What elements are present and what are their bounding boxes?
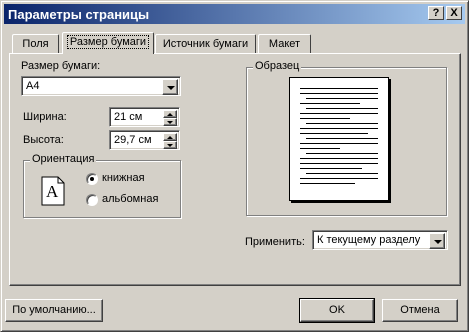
tab-layout[interactable]: Макет (258, 34, 311, 54)
preview-line (306, 123, 378, 124)
close-button[interactable]: X (446, 6, 462, 20)
orientation-label: Ориентация (30, 153, 97, 165)
preview-line (300, 178, 378, 179)
radio-dot (90, 177, 94, 181)
arrow-up-icon (167, 136, 173, 139)
preview-line (300, 183, 355, 184)
help-button[interactable]: ? (428, 6, 444, 20)
arrow-up-icon (167, 113, 173, 116)
portrait-page-icon: A (41, 176, 65, 206)
tab-label: Размер бумаги (66, 35, 150, 49)
dropdown-button[interactable] (429, 233, 445, 249)
preview-line (300, 93, 378, 94)
paper-size-select[interactable]: A4 (21, 76, 181, 96)
landscape-label[interactable]: альбомная (102, 193, 158, 205)
paper-size-value: A4 (26, 80, 40, 92)
orientation-group: Ориентация A книжная альбомная (23, 153, 181, 218)
page-icon-letter: A (46, 182, 59, 201)
page-setup-dialog: Параметры страницы ? X Поля Размер бумаг… (0, 0, 469, 332)
preview-line (300, 158, 378, 159)
spin-up-button[interactable] (163, 110, 177, 118)
height-label: Высота: (23, 134, 64, 146)
tab-margins[interactable]: Поля (12, 34, 59, 54)
preview-line (300, 118, 350, 119)
arrow-down-icon (167, 121, 173, 124)
apply-to-select[interactable]: К текущему разделу (312, 230, 448, 250)
tab-label: Поля (22, 38, 49, 50)
tab-paper-size[interactable]: Размер бумаги (62, 32, 154, 54)
preview-label: Образец (253, 60, 302, 72)
height-spinner[interactable]: 29,7 см (109, 130, 180, 150)
apply-label: Применить: (245, 236, 305, 248)
preview-line (306, 138, 378, 139)
apply-to-value: К текущему разделу (317, 234, 421, 246)
ok-button[interactable]: OK (299, 298, 375, 323)
window-title: Параметры страницы (8, 7, 150, 22)
preview-line (300, 88, 378, 89)
tab-label: Макет (268, 38, 301, 50)
preview-line (306, 108, 378, 109)
paper-size-label: Размер бумаги: (21, 60, 101, 72)
dropdown-button[interactable] (162, 79, 178, 95)
chevron-down-icon (434, 240, 442, 244)
spin-down-button[interactable] (163, 118, 177, 126)
width-spinner[interactable]: 21 см (109, 107, 180, 127)
spin-up-button[interactable] (163, 133, 177, 141)
preview-line (300, 168, 362, 169)
preview-line (300, 133, 368, 134)
default-button[interactable]: По умолчанию... (5, 299, 103, 322)
preview-line (300, 128, 378, 129)
width-value: 21 см (114, 111, 143, 123)
chevron-down-icon (167, 86, 175, 90)
cancel-button[interactable]: Отмена (382, 299, 458, 322)
preview-page (289, 77, 389, 201)
preview-line (300, 113, 378, 114)
title-bar[interactable]: Параметры страницы ? X (4, 4, 465, 24)
portrait-radio[interactable] (86, 173, 98, 185)
preview-line (306, 98, 378, 99)
width-label: Ширина: (23, 111, 67, 123)
preview-line (300, 163, 378, 164)
preview-line (300, 148, 340, 149)
tab-paper-source[interactable]: Источник бумаги (155, 34, 256, 54)
preview-line (306, 173, 378, 174)
preview-line (300, 103, 360, 104)
arrow-down-icon (167, 144, 173, 147)
spin-down-button[interactable] (163, 141, 177, 149)
portrait-label[interactable]: книжная (102, 172, 145, 184)
landscape-radio[interactable] (86, 194, 98, 206)
height-value: 29,7 см (114, 134, 152, 146)
tab-label: Источник бумаги (162, 38, 249, 50)
preview-line (306, 153, 378, 154)
preview-line (300, 143, 378, 144)
